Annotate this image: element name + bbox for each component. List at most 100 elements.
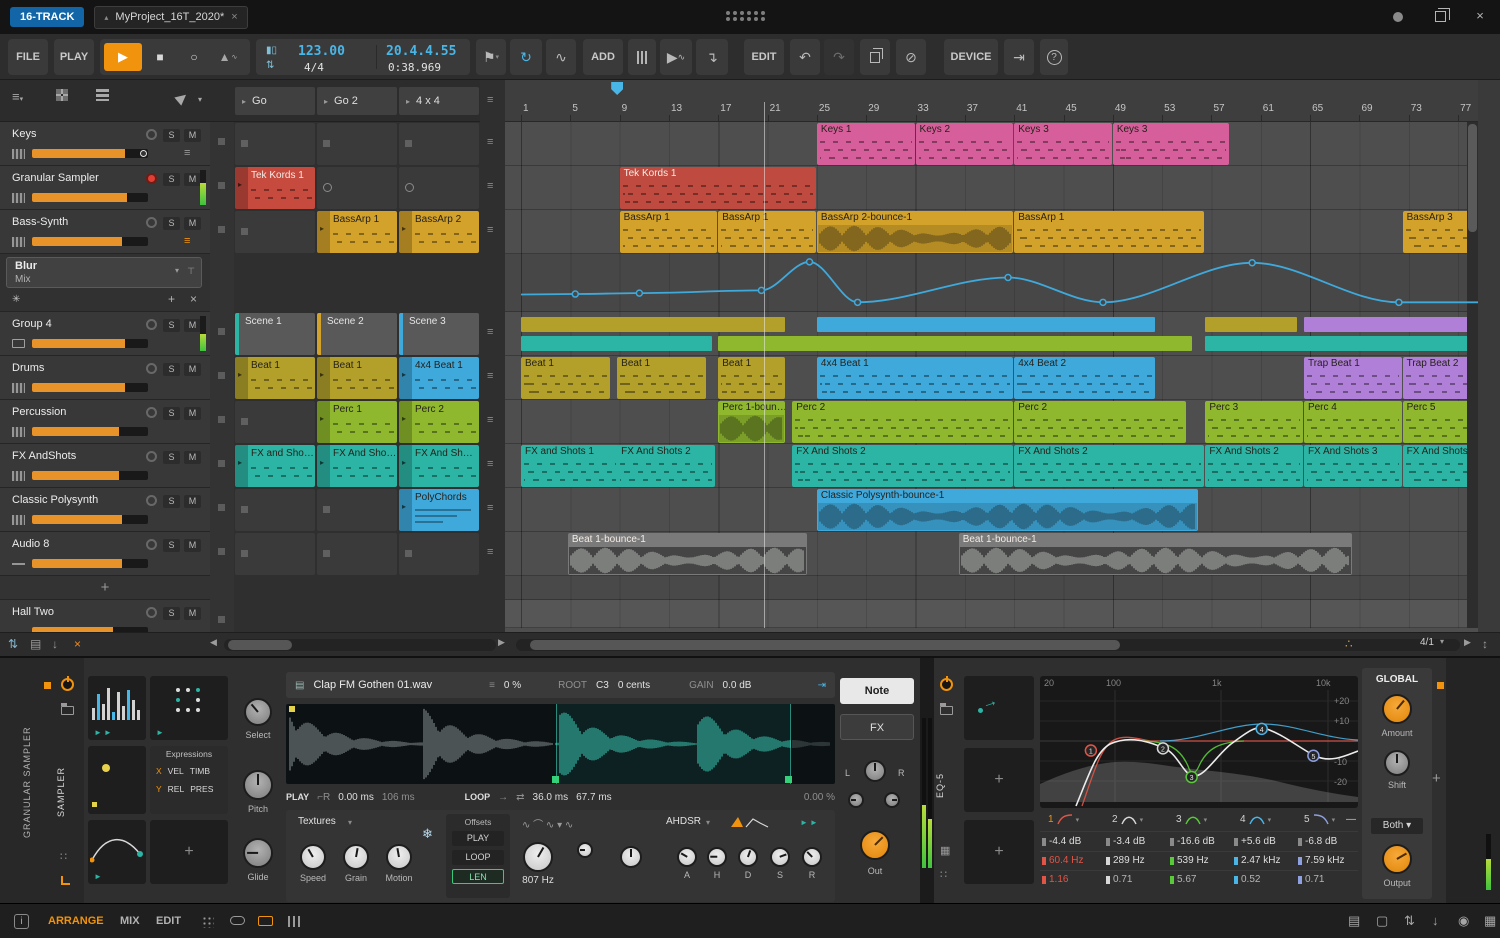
arranger-clip[interactable]: Trap Beat 1 bbox=[1303, 357, 1402, 399]
sampler-tab-label[interactable]: SAMPLER bbox=[56, 754, 66, 830]
volume-slider[interactable] bbox=[32, 383, 148, 392]
arranger-clip[interactable]: Perc 3 bbox=[1205, 401, 1303, 443]
eq-gain-value-5[interactable]: -6.8 dB bbox=[1298, 836, 1337, 847]
stop-button[interactable]: ■ bbox=[144, 43, 176, 71]
play-start-value[interactable]: 0.00 ms bbox=[338, 792, 374, 803]
slot-stop-icon[interactable] bbox=[405, 140, 412, 147]
track-header-keys[interactable]: Keys S M ≡ bbox=[0, 122, 210, 166]
record-button[interactable]: ○ bbox=[178, 43, 210, 71]
scene-play-icon[interactable]: ▸ bbox=[406, 97, 410, 106]
help-icon[interactable]: ? bbox=[1040, 39, 1068, 75]
clip-slot-empty[interactable] bbox=[235, 123, 315, 165]
tab-mix[interactable]: MIX bbox=[120, 915, 140, 927]
clip-stop-button[interactable] bbox=[218, 226, 225, 233]
metronome-button[interactable]: ▲ ∿ bbox=[212, 43, 244, 71]
group-sub-clip[interactable] bbox=[816, 317, 1155, 332]
track-header-classic-polysynth[interactable]: Classic Polysynth S M bbox=[0, 488, 210, 532]
automation-parameter-selector[interactable]: Blur Mix ▾ ⊤ bbox=[6, 257, 202, 288]
project-tab[interactable]: ▴ MyProject_16T_2020* × bbox=[94, 5, 248, 29]
eq-preset-icon[interactable] bbox=[940, 703, 953, 715]
punch-out-icon[interactable]: ⇅ bbox=[266, 60, 274, 71]
launcher-hscrollbar[interactable] bbox=[224, 639, 496, 651]
tune-value[interactable]: 0 cents bbox=[618, 680, 650, 691]
arranger-clip[interactable]: Beat 1-bounce-1 bbox=[958, 533, 1353, 575]
record-arm-button[interactable] bbox=[146, 407, 157, 418]
plus-icon[interactable]: + bbox=[150, 843, 228, 861]
add-instrument-track-icon[interactable] bbox=[628, 39, 656, 75]
clip-stop-button[interactable] bbox=[218, 182, 225, 189]
textures-mode-label[interactable]: Textures bbox=[298, 816, 336, 827]
track-header-percussion[interactable]: Percussion S M bbox=[0, 400, 210, 444]
mappings-panel-icon[interactable]: ⇅ bbox=[1404, 913, 1415, 929]
clip-stop-button[interactable] bbox=[218, 328, 225, 335]
eq-curve-display[interactable]: 20 100 1k 10k +20 +10 -10 -20 1 2 3 4 5 bbox=[1040, 676, 1359, 808]
eq-output-knob[interactable] bbox=[1382, 844, 1412, 874]
keyboard-panel-icon[interactable]: ▦ bbox=[1484, 913, 1496, 929]
insert-device-icon[interactable]: ⇥ bbox=[1004, 39, 1034, 75]
solo-button[interactable]: S bbox=[163, 451, 180, 464]
track-menu-icon[interactable]: ≡ bbox=[184, 147, 190, 159]
time-display[interactable]: 0:38.969 bbox=[388, 61, 441, 74]
envelope-label[interactable]: AHDSR bbox=[666, 816, 701, 827]
volume-slider[interactable] bbox=[32, 427, 148, 436]
slot-stop-icon[interactable] bbox=[405, 550, 412, 557]
volume-slider[interactable] bbox=[32, 559, 148, 568]
eq-amount-knob[interactable] bbox=[1382, 694, 1412, 724]
zoom-vertical-icon[interactable]: ↕ bbox=[1482, 637, 1488, 651]
clip-slot-empty[interactable] bbox=[235, 533, 315, 575]
launcher-scroll-left-icon[interactable]: ◀ bbox=[210, 637, 217, 648]
env-knob-s[interactable] bbox=[770, 847, 790, 867]
grid-resolution-dropdown-icon[interactable]: ▾ bbox=[1440, 637, 1444, 646]
env-knob-d[interactable] bbox=[738, 847, 758, 867]
eq-q-value-5[interactable]: 0.71 bbox=[1298, 874, 1324, 885]
motion-knob[interactable] bbox=[386, 844, 412, 870]
arranger-clip[interactable]: Perc 2 bbox=[1014, 401, 1186, 443]
automation-follow-icon[interactable]: ∿ bbox=[546, 39, 576, 75]
loop-start-marker[interactable] bbox=[552, 776, 559, 783]
scene-play-icon[interactable]: ▸ bbox=[242, 97, 246, 106]
clip-stop-button[interactable] bbox=[218, 416, 225, 423]
group-sub-clip[interactable] bbox=[1205, 336, 1476, 351]
slot-stop-icon[interactable] bbox=[241, 506, 248, 513]
group-sub-clip[interactable] bbox=[521, 317, 786, 332]
launcher-clip[interactable]: Perc 1 bbox=[317, 401, 397, 443]
send-2-knob[interactable] bbox=[884, 792, 900, 808]
track-header-audio-8[interactable]: Audio 8 SM bbox=[0, 532, 210, 576]
expression-timb[interactable]: TIMB bbox=[190, 766, 210, 776]
sample-start-marker[interactable] bbox=[289, 706, 295, 712]
arranger-clip[interactable]: BassArp 1 bbox=[718, 211, 816, 253]
eq-freq-value-1[interactable]: 60.4 Hz bbox=[1042, 855, 1083, 866]
play-menu-button[interactable]: PLAY bbox=[54, 39, 94, 75]
clip-slot-empty[interactable] bbox=[399, 167, 479, 209]
clip-play-strip[interactable] bbox=[235, 357, 248, 399]
note-tab-button[interactable]: Note bbox=[840, 678, 914, 704]
arranger-clip[interactable]: Keys 2 bbox=[915, 123, 1014, 165]
vertical-scrollbar-thumb[interactable] bbox=[1468, 124, 1477, 232]
add-modulator-tile[interactable]: + bbox=[150, 820, 228, 884]
row-grip-icon[interactable]: ≡ bbox=[487, 224, 493, 236]
eq-freq-value-5[interactable]: 7.59 kHz bbox=[1298, 855, 1344, 866]
arranger-clip[interactable]: 4x4 Beat 1 bbox=[816, 357, 1014, 399]
record-arm-button[interactable] bbox=[146, 451, 157, 462]
modulator-steps-tile[interactable]: ►► bbox=[88, 676, 146, 740]
launcher-clip[interactable]: Beat 1 bbox=[317, 357, 397, 399]
mute-button[interactable]: M bbox=[184, 173, 201, 186]
launcher-clip[interactable]: Scene 1 bbox=[235, 313, 315, 355]
add-device-icon[interactable]: + bbox=[1432, 770, 1441, 787]
arranger-clip[interactable]: FX And Shots 2 bbox=[1205, 445, 1303, 487]
clip-slot-empty[interactable] bbox=[317, 489, 397, 531]
launcher-clip[interactable]: FX And Sho… bbox=[317, 445, 397, 487]
sample-file-name[interactable]: Clap FM Gothen 01.wav bbox=[313, 679, 432, 691]
glide-knob[interactable] bbox=[243, 838, 273, 868]
arranger-clip[interactable]: BassArp 1 bbox=[1014, 211, 1205, 253]
launcher-toggle-icon[interactable] bbox=[258, 916, 273, 926]
timeline-ruler[interactable]: 1 5 9 13 17 21 25 29 33 37 41 45 49 53 57 61 65 69 73 77 bbox=[505, 80, 1478, 122]
add-track-button[interactable]: + bbox=[0, 576, 210, 600]
undo-icon[interactable]: ↶ bbox=[790, 39, 820, 75]
row-grip-icon[interactable]: ≡ bbox=[487, 546, 493, 558]
sample-waveform-display[interactable] bbox=[286, 704, 835, 784]
group-sub-clip[interactable] bbox=[718, 336, 1192, 351]
mute-button[interactable]: M bbox=[184, 129, 201, 142]
play-button[interactable]: ▶ bbox=[104, 43, 142, 71]
launcher-scroll-right-icon[interactable]: ▶ bbox=[498, 637, 505, 648]
